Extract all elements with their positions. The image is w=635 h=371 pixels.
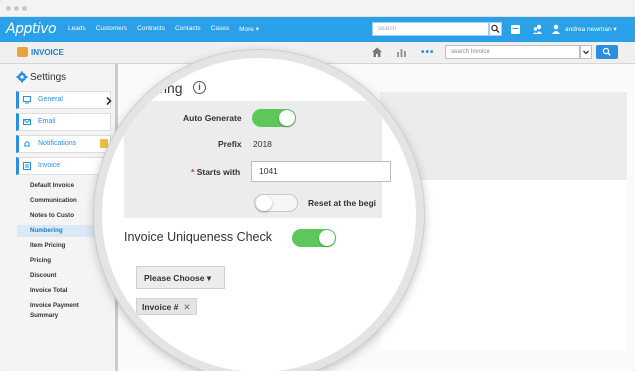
sidebar-subitem-notes[interactable]: Notes to Custo [30, 212, 74, 219]
search-filter-dropdown[interactable] [580, 45, 592, 59]
starts-with-input[interactable]: 1041 [251, 161, 391, 182]
top-navigation: Apptivo Leads Customers Contracts Contac… [0, 17, 635, 42]
sidebar-subitem-invoice-total[interactable]: Invoice Total [30, 287, 67, 294]
global-search-input[interactable]: search [372, 22, 489, 36]
nav-link-contacts[interactable]: Contacts [175, 25, 201, 33]
sidebar-item-label: General [38, 96, 63, 103]
sidebar-subitem-summary[interactable]: Summary [30, 312, 58, 319]
user-menu[interactable]: andrea newman ▾ [565, 25, 617, 33]
prefix-label: Prefix [218, 139, 242, 149]
close-icon[interactable]: ✕ [183, 302, 190, 312]
sidebar-item-label: Notifications [38, 140, 77, 147]
magnifier-lens: mbering i Auto Generate Prefix 2018 * St… [94, 50, 424, 371]
uniqueness-check-title: Invoice Uniqueness Check [124, 230, 272, 244]
general-icon [23, 96, 31, 104]
toggle-knob [279, 110, 295, 126]
sidebar-title: Settings [30, 72, 67, 83]
sidebar-item-email[interactable]: Email [16, 113, 111, 131]
app-logo[interactable]: Apptivo [6, 21, 57, 37]
toggle-knob [319, 230, 335, 246]
auto-generate-toggle[interactable] [252, 109, 296, 127]
bell-icon [24, 141, 30, 147]
required-marker: * [191, 167, 195, 177]
window-dot-1 [6, 6, 11, 11]
more-options-button[interactable]: ••• [421, 47, 435, 58]
sidebar-subitem-default-invoice[interactable]: Default Invoice [30, 182, 74, 189]
invoice-search-button[interactable] [596, 45, 618, 59]
sidebar-item-label: Email [38, 118, 56, 125]
nav-link-contracts[interactable]: Contracts [137, 25, 165, 33]
sidebar-item-invoice[interactable]: Invoice [16, 157, 111, 175]
reports-icon[interactable] [396, 46, 408, 58]
sidebar-item-general[interactable]: General [16, 91, 112, 109]
invoice-module-icon [17, 47, 28, 57]
search-icon [602, 47, 611, 56]
app-window: Apptivo Leads Customers Contracts Contac… [0, 0, 635, 371]
reset-toggle[interactable] [254, 194, 298, 212]
invoice-icon [23, 162, 31, 170]
sidebar-subitem-item-pricing[interactable]: Item Pricing [30, 242, 65, 249]
nav-link-leads[interactable]: Leads [68, 25, 86, 33]
info-icon[interactable]: i [193, 81, 206, 94]
envelope-icon [23, 119, 31, 125]
main-nav-links: Leads Customers Contracts Contacts Cases… [68, 25, 259, 33]
sidebar-subitem-invoice-payment[interactable]: Invoice Payment [30, 302, 79, 309]
selected-field-chip: Invoice # ✕ [136, 298, 197, 315]
home-icon[interactable] [371, 46, 383, 58]
sidebar-item-label: Invoice [38, 162, 61, 169]
nav-link-cases[interactable]: Cases [211, 25, 229, 33]
chip-label: Invoice # [142, 302, 179, 312]
nav-link-more[interactable]: More ▾ [239, 25, 259, 33]
window-dot-3 [22, 6, 27, 11]
toggle-knob [256, 195, 272, 211]
sidebar-subitem-pricing[interactable]: Pricing [30, 257, 51, 264]
window-dot-2 [14, 6, 19, 11]
reset-label: Reset at the begi [308, 198, 377, 208]
sidebar-subitem-communication[interactable]: Communication [30, 197, 77, 204]
please-choose-dropdown[interactable]: Please Choose ▾ [136, 266, 225, 289]
prefix-value[interactable]: 2018 [253, 139, 272, 149]
window-chrome [0, 0, 635, 17]
search-icon [491, 24, 500, 33]
chevron-down-icon [583, 50, 589, 55]
module-title: INVOICE [31, 48, 64, 57]
sidebar-item-notifications[interactable]: Notifications [16, 135, 111, 153]
starts-with-label: * Starts with [191, 167, 240, 177]
magnified-content: mbering i Auto Generate Prefix 2018 * St… [102, 58, 416, 371]
gear-icon [16, 71, 28, 83]
nav-link-customers[interactable]: Customers [96, 25, 127, 33]
user-avatar-icon[interactable] [552, 23, 560, 35]
sidebar-subitem-discount[interactable]: Discount [30, 272, 56, 279]
invoice-search-input[interactable]: search Invoice [445, 45, 580, 59]
uniqueness-toggle[interactable] [292, 229, 336, 247]
numbering-title: mbering [132, 80, 183, 96]
starts-with-text: Starts with [196, 167, 241, 177]
people-icon[interactable] [532, 23, 543, 35]
calendar-icon[interactable] [510, 23, 521, 35]
auto-generate-label: Auto Generate [183, 113, 242, 123]
global-search-button[interactable] [489, 22, 502, 36]
